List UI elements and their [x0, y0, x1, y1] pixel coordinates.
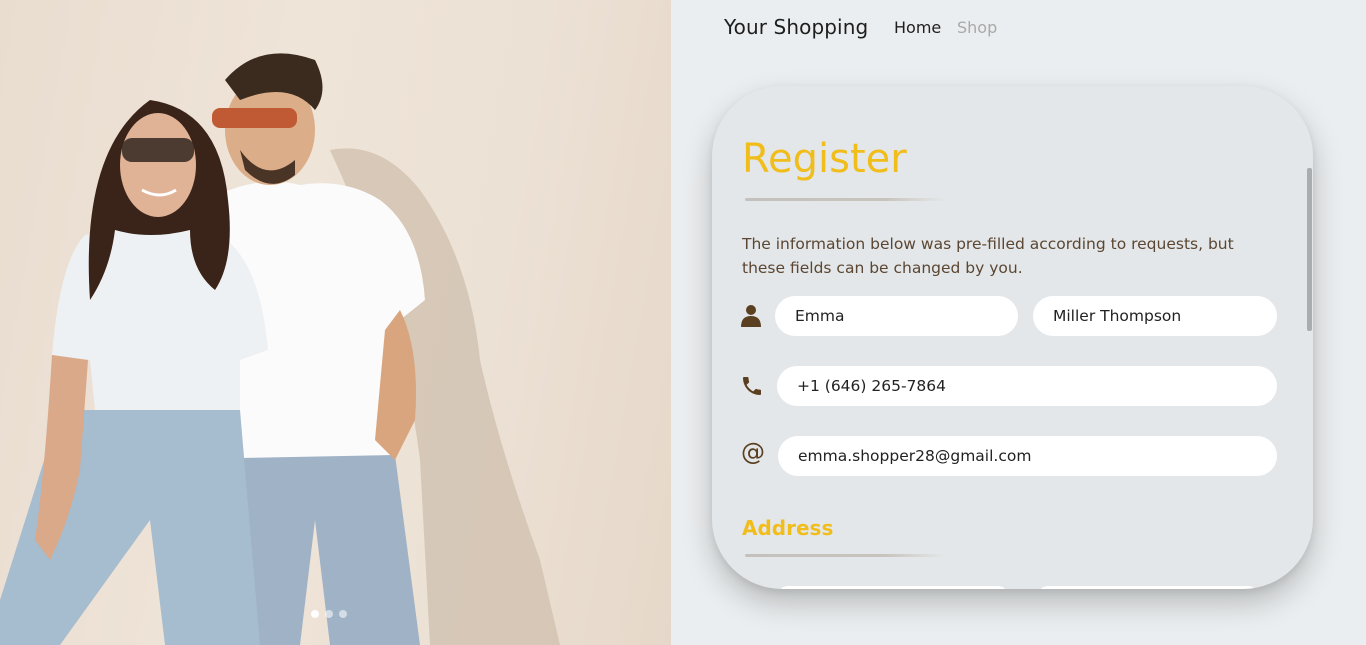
carousel-dot-3[interactable]: [339, 610, 347, 618]
carousel-dot-2[interactable]: [325, 610, 333, 618]
register-title: Register: [742, 136, 907, 182]
at-icon: @: [741, 438, 765, 466]
register-description: The information below was pre-filled acc…: [742, 235, 1234, 277]
nav-link-shop[interactable]: Shop: [957, 18, 997, 37]
carousel-dot-1[interactable]: [311, 610, 319, 618]
card-scrollbar[interactable]: [1307, 168, 1312, 331]
carousel-dots: [311, 610, 347, 618]
first-name-field[interactable]: [775, 296, 1018, 336]
email-field[interactable]: [778, 436, 1277, 476]
user-icon: [741, 305, 761, 327]
phone-icon: [743, 377, 761, 395]
brand-logo[interactable]: Your Shopping: [724, 15, 868, 39]
phone-field[interactable]: [777, 366, 1277, 406]
nav-link-home[interactable]: Home: [894, 18, 941, 37]
address-field-1[interactable]: [778, 586, 1008, 589]
title-divider: [745, 198, 945, 201]
hero-image: [0, 0, 671, 645]
register-card: Register The information below was pre-f…: [712, 86, 1313, 589]
address-field-2[interactable]: [1038, 586, 1258, 589]
address-divider: [745, 554, 945, 557]
couple-photo: [0, 53, 560, 645]
address-heading: Address: [742, 516, 834, 540]
last-name-field[interactable]: [1033, 296, 1277, 336]
